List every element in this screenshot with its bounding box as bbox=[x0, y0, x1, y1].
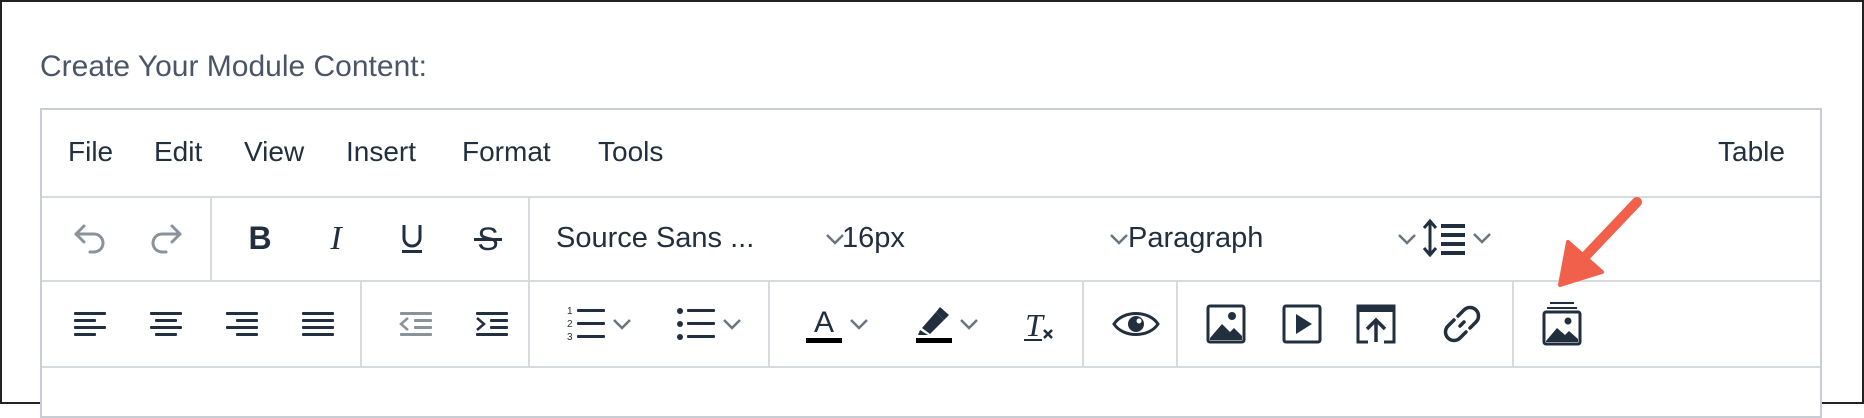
strikethrough-button[interactable]: S bbox=[460, 212, 516, 264]
outdent-icon bbox=[399, 312, 432, 336]
underline-button[interactable] bbox=[384, 212, 440, 264]
upload-document-button[interactable] bbox=[1348, 298, 1404, 350]
svg-text:B: B bbox=[248, 220, 271, 256]
svg-text:1: 1 bbox=[567, 306, 573, 317]
toolbar-separator bbox=[210, 196, 212, 280]
align-right-icon bbox=[226, 312, 258, 336]
numbered-list-icon: 1 2 3 bbox=[567, 306, 605, 343]
toolbar-separator bbox=[1512, 282, 1514, 366]
editor-menubar: File Edit View Insert Format Tools Table bbox=[42, 110, 1820, 198]
menu-tools[interactable]: Tools bbox=[598, 136, 663, 168]
menu-insert[interactable]: Insert bbox=[346, 136, 416, 168]
toolbar-separator bbox=[1176, 282, 1178, 366]
chevron-down-icon bbox=[1473, 233, 1491, 244]
indent-icon bbox=[476, 312, 508, 336]
preview-button[interactable] bbox=[1104, 298, 1168, 350]
redo-icon bbox=[151, 224, 182, 254]
outdent-button[interactable] bbox=[388, 298, 444, 350]
clear-formatting-icon: T bbox=[1024, 307, 1053, 343]
align-right-button[interactable] bbox=[214, 298, 270, 350]
bullet-list-icon bbox=[677, 308, 715, 340]
line-height-button[interactable] bbox=[1408, 212, 1508, 264]
svg-text:3: 3 bbox=[567, 332, 573, 343]
align-left-icon bbox=[74, 312, 106, 336]
text-color-icon: A bbox=[806, 306, 842, 343]
text-color-button[interactable]: A bbox=[788, 298, 886, 350]
chevron-down-icon bbox=[723, 319, 741, 330]
image-gallery-icon bbox=[1542, 302, 1582, 346]
align-justify-icon bbox=[302, 312, 334, 336]
annotation-arrow bbox=[1558, 197, 1642, 287]
chevron-down-icon bbox=[1110, 234, 1128, 245]
page-title: Create Your Module Content: bbox=[40, 50, 427, 83]
bold-icon: B bbox=[248, 220, 271, 256]
image-icon bbox=[1206, 304, 1246, 344]
menu-edit[interactable]: Edit bbox=[154, 136, 202, 168]
font-size-select[interactable]: 16px bbox=[842, 212, 1142, 264]
align-justify-button[interactable] bbox=[290, 298, 346, 350]
highlight-color-button[interactable] bbox=[898, 298, 996, 350]
highlight-color-icon bbox=[916, 307, 952, 343]
toolbar-separator bbox=[768, 282, 770, 366]
link-icon bbox=[1443, 305, 1481, 343]
undo-button[interactable] bbox=[62, 212, 118, 264]
toolbar-separator bbox=[1082, 282, 1084, 366]
preview-icon bbox=[1112, 312, 1160, 336]
menu-table[interactable]: Table bbox=[1718, 136, 1785, 168]
menu-view[interactable]: View bbox=[244, 136, 304, 168]
svg-text:A: A bbox=[814, 306, 834, 339]
toolbar-separator bbox=[528, 282, 530, 366]
clear-formatting-button[interactable]: T bbox=[1010, 298, 1066, 350]
strikethrough-icon: S bbox=[474, 221, 502, 257]
block-format-select[interactable]: Paragraph bbox=[1128, 212, 1418, 264]
svg-text:T: T bbox=[1025, 307, 1045, 343]
menu-file[interactable]: File bbox=[68, 136, 113, 168]
chevron-down-icon bbox=[850, 319, 868, 330]
svg-text:2: 2 bbox=[567, 319, 573, 330]
font-family-select[interactable]: Source Sans ... bbox=[556, 212, 852, 264]
align-center-icon bbox=[150, 312, 182, 336]
bold-button[interactable]: B bbox=[232, 212, 288, 264]
bullet-list-button[interactable] bbox=[662, 298, 758, 350]
align-center-button[interactable] bbox=[138, 298, 194, 350]
underline-icon bbox=[402, 225, 422, 253]
italic-icon: I bbox=[329, 220, 343, 257]
media-icon bbox=[1282, 304, 1322, 344]
font-family-value: Source Sans ... bbox=[556, 221, 755, 254]
insert-image-button[interactable] bbox=[1198, 298, 1254, 350]
chevron-down-icon bbox=[613, 319, 631, 330]
insert-media-button[interactable] bbox=[1274, 298, 1330, 350]
line-height-icon bbox=[1422, 218, 1465, 258]
italic-button[interactable]: I bbox=[308, 212, 364, 264]
menu-format[interactable]: Format bbox=[462, 136, 551, 168]
insert-link-button[interactable] bbox=[1434, 298, 1490, 350]
numbered-list-button[interactable]: 1 2 3 bbox=[552, 298, 648, 350]
undo-icon bbox=[74, 224, 105, 254]
svg-text:I: I bbox=[329, 220, 343, 257]
toolbar-separator bbox=[528, 196, 530, 280]
redo-button[interactable] bbox=[138, 212, 194, 264]
image-gallery-button[interactable] bbox=[1534, 298, 1590, 350]
block-format-value: Paragraph bbox=[1128, 221, 1264, 254]
upload-icon bbox=[1356, 304, 1396, 344]
font-size-value: 16px bbox=[842, 221, 905, 254]
indent-button[interactable] bbox=[464, 298, 520, 350]
align-left-button[interactable] bbox=[62, 298, 118, 350]
toolbar-separator bbox=[360, 282, 362, 366]
chevron-down-icon bbox=[960, 319, 978, 330]
